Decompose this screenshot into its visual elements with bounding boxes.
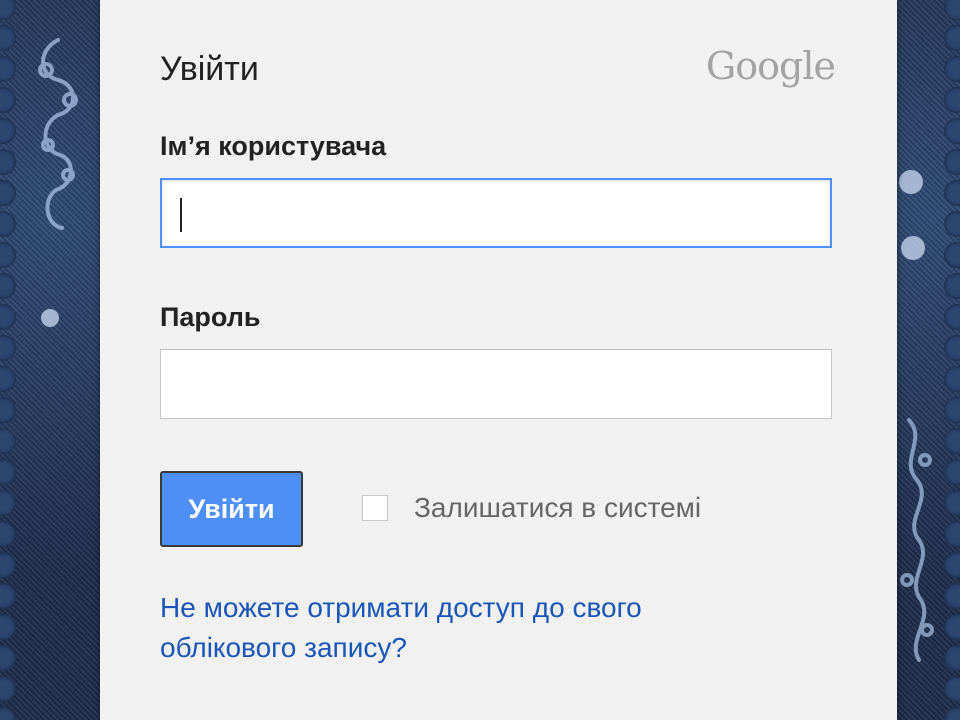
right-scallop-trim xyxy=(938,0,960,720)
scallop-bead xyxy=(0,614,16,640)
lace-ornament-icon xyxy=(38,38,78,327)
scallop-bead xyxy=(944,583,960,609)
scallop-bead xyxy=(944,87,960,113)
scallop-bead xyxy=(944,614,960,640)
scallop-bead xyxy=(0,583,16,609)
scallop-bead xyxy=(944,0,960,20)
scallop-bead xyxy=(0,335,16,361)
scallop-bead xyxy=(944,304,960,330)
scallop-bead xyxy=(944,273,960,299)
scallop-bead xyxy=(944,335,960,361)
page-title: Увійти xyxy=(160,50,259,88)
account-help-link[interactable]: Не можете отримати доступ до свого облік… xyxy=(160,588,780,668)
scallop-bead xyxy=(944,211,960,237)
scallop-bead xyxy=(0,676,16,702)
scallop-bead xyxy=(944,25,960,51)
scallop-bead xyxy=(0,56,16,82)
scallop-bead xyxy=(0,428,16,454)
scallop-bead xyxy=(944,490,960,516)
scallop-bead xyxy=(0,459,16,485)
scallop-bead xyxy=(0,521,16,547)
scallop-bead xyxy=(944,676,960,702)
login-card: Увійти Google Ім’я користувача Пароль Ув… xyxy=(100,0,897,720)
scallop-bead xyxy=(0,0,16,20)
scallop-bead xyxy=(944,521,960,547)
scallop-bead xyxy=(944,149,960,175)
remember-me[interactable]: Залишатися в системі xyxy=(362,492,701,524)
scallop-bead xyxy=(0,180,16,206)
left-denim-border xyxy=(0,0,100,720)
scallop-bead xyxy=(0,149,16,175)
google-logo: Google xyxy=(705,44,836,88)
scallop-bead xyxy=(0,397,16,423)
scallop-bead xyxy=(944,459,960,485)
scallop-bead xyxy=(0,552,16,578)
scallop-bead xyxy=(944,56,960,82)
scallop-bead xyxy=(0,645,16,671)
scallop-bead xyxy=(0,87,16,113)
scallop-bead xyxy=(944,707,960,720)
flower-ornament-icon xyxy=(899,170,934,662)
scallop-bead xyxy=(944,180,960,206)
username-input[interactable] xyxy=(160,178,832,248)
scallop-bead xyxy=(944,118,960,144)
text-caret xyxy=(180,198,182,232)
left-scallop-trim xyxy=(0,0,22,720)
scallop-bead xyxy=(0,707,16,720)
scallop-bead xyxy=(944,428,960,454)
username-label: Ім’я користувача xyxy=(160,131,387,161)
password-label: Пароль xyxy=(160,302,261,332)
scallop-bead xyxy=(0,490,16,516)
remember-label: Залишатися в системі xyxy=(414,492,702,523)
scallop-bead xyxy=(944,552,960,578)
scallop-bead xyxy=(0,242,16,268)
scallop-bead xyxy=(0,366,16,392)
scallop-bead xyxy=(0,304,16,330)
scallop-bead xyxy=(944,242,960,268)
scallop-bead xyxy=(0,211,16,237)
scallop-bead xyxy=(944,366,960,392)
signin-button[interactable]: Увійти xyxy=(160,471,303,547)
remember-checkbox[interactable] xyxy=(362,495,388,521)
scallop-bead xyxy=(0,25,16,51)
right-denim-border xyxy=(897,0,960,720)
scallop-bead xyxy=(944,645,960,671)
password-input[interactable] xyxy=(160,349,832,419)
scallop-bead xyxy=(944,397,960,423)
scallop-bead xyxy=(0,273,16,299)
scallop-bead xyxy=(0,118,16,144)
